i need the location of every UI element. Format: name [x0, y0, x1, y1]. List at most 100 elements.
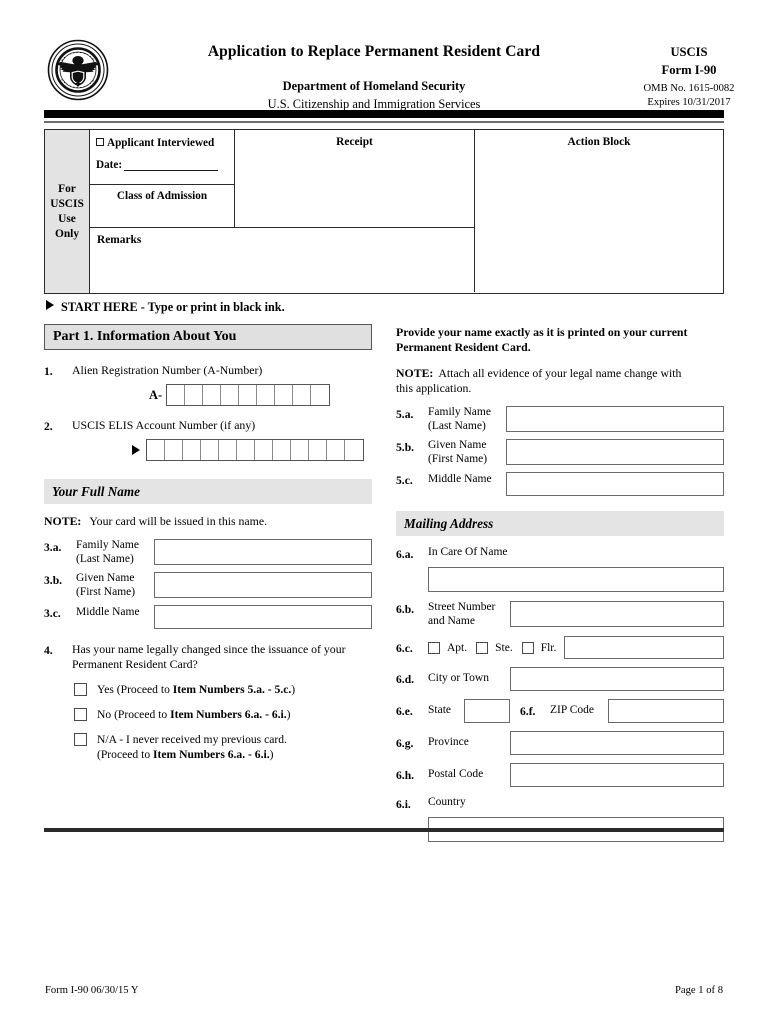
elis-cell[interactable] [255, 440, 273, 460]
province-input[interactable] [510, 731, 724, 755]
item-4-question-line1: Has your name legally changed since the … [72, 642, 346, 656]
checkbox-ste[interactable] [476, 641, 489, 654]
a-number-cell[interactable] [221, 385, 240, 405]
postal-code-input[interactable] [510, 763, 724, 787]
applicant-interviewed-cell: Applicant Interviewed Date: [90, 130, 235, 185]
opt-yes-suffix: ) [291, 683, 296, 696]
a-number-cell[interactable] [311, 385, 329, 405]
elis-cell[interactable] [237, 440, 255, 460]
item-1-label: Alien Registration Number (A-Number) [72, 363, 263, 377]
a-number-input[interactable] [166, 384, 331, 406]
elis-account-input[interactable] [146, 439, 364, 461]
opt-yes-bold: Item Numbers 5.a. - 5.c. [172, 683, 292, 696]
given-name-input[interactable] [154, 572, 372, 598]
label-apt: Apt. [447, 641, 468, 654]
header-titles: Application to Replace Permanent Residen… [154, 36, 594, 112]
opt-na-line2-suffix: ) [269, 747, 274, 761]
uscis-label: USCIS [670, 45, 708, 59]
action-block-cell[interactable]: Action Block [475, 130, 723, 292]
item-6d-label: City or Town [428, 672, 489, 685]
class-of-admission-cell[interactable]: Class of Admission [90, 185, 235, 228]
item-4-option-na[interactable]: N/A - I never received my previous card.… [44, 733, 372, 762]
checkbox-no[interactable] [74, 708, 87, 721]
full-name-note-text: Your card will be issued in this name. [89, 514, 268, 528]
elis-cell[interactable] [201, 440, 219, 460]
apt-ste-flr-number-input[interactable] [564, 636, 724, 659]
class-of-admission-label: Class of Admission [116, 190, 208, 202]
interview-date-label: Date: [96, 159, 123, 171]
elis-cell[interactable] [291, 440, 309, 460]
item-3c-label: Middle Name [76, 605, 154, 620]
zip-code-input[interactable] [608, 699, 724, 723]
footer-form-info: Form I-90 06/30/15 Y [45, 985, 139, 996]
item-5c-row: 5.c. Middle Name [396, 472, 724, 496]
form-page: Application to Replace Permanent Residen… [0, 0, 768, 1024]
item-3b-number: 3.b. [44, 574, 63, 587]
item-5a-number: 5.a. [396, 408, 414, 421]
current-given-name-input[interactable] [506, 439, 724, 465]
opt-no-bold: Item Numbers 6.a. - 6.i. [170, 708, 287, 721]
a-number-cell[interactable] [275, 385, 294, 405]
current-family-name-input[interactable] [506, 406, 724, 432]
family-name-input[interactable] [154, 539, 372, 565]
applicant-interviewed-checkbox[interactable] [96, 138, 104, 146]
item-3b-row: 3.b. Given Name (First Name) [44, 572, 372, 599]
a-number-cell[interactable] [185, 385, 204, 405]
checkbox-flr[interactable] [521, 641, 534, 654]
item-4-option-na-label: N/A - I never received my previous card.… [97, 733, 287, 762]
omb-number: OMB No. 1615-0082 [643, 83, 735, 94]
elis-cell[interactable] [147, 440, 165, 460]
item-6a-label: In Care Of Name [428, 546, 508, 558]
a-number-cell[interactable] [293, 385, 312, 405]
city-or-town-input[interactable] [510, 667, 724, 691]
middle-name-input[interactable] [154, 605, 372, 629]
item-6g-row: 6.g. Province [396, 731, 724, 755]
right-column: Provide your name exactly as it is print… [396, 324, 724, 842]
elis-number-row [44, 439, 372, 461]
elis-cell[interactable] [345, 440, 363, 460]
elis-cell[interactable] [309, 440, 327, 460]
a-number-cell[interactable] [257, 385, 276, 405]
a-number-cell[interactable] [203, 385, 222, 405]
current-middle-name-input[interactable] [506, 472, 724, 496]
item-4-question: Has your name legally changed since the … [72, 642, 346, 672]
header-divider-thick [44, 110, 724, 118]
checkbox-na[interactable] [74, 733, 87, 746]
state-input[interactable] [464, 699, 510, 723]
item-6c-row: 6.c. Apt. Ste. Flr. [396, 636, 724, 659]
item-4-option-yes[interactable]: Yes (Proceed to Item Numbers 5.a. - 5.c.… [44, 683, 372, 697]
item-3c-label-line1: Middle Name [76, 606, 140, 618]
item-4-question-line2: Permanent Resident Card? [72, 657, 198, 671]
checkbox-apt[interactable] [428, 641, 440, 654]
item-6c-number: 6.c. [396, 641, 413, 655]
full-name-note-label: NOTE: [44, 514, 82, 528]
triangle-right-icon [132, 445, 140, 455]
in-care-of-name-input[interactable] [428, 567, 724, 592]
item-6h-row: 6.h. Postal Code [396, 763, 724, 787]
receipt-cell[interactable]: Receipt [235, 130, 475, 228]
elis-cell[interactable] [327, 440, 345, 460]
remarks-cell[interactable]: Remarks [90, 228, 475, 292]
item-3a-label-line2: (Last Name) [76, 552, 134, 565]
elis-cell[interactable] [165, 440, 183, 460]
street-number-and-name-input[interactable] [510, 601, 724, 627]
item-3a-label-line1: Family Name [76, 539, 139, 551]
elis-cell[interactable] [273, 440, 291, 460]
form-number: Form I-90 [661, 63, 717, 77]
a-number-row: A- [44, 384, 372, 406]
a-number-cell[interactable] [167, 385, 186, 405]
label-ste: Ste. [495, 641, 513, 654]
opt-no-prefix: No (Proceed to [97, 708, 171, 721]
item-3c-row: 3.c. Middle Name [44, 605, 372, 629]
item-6i-row: 6.i. Country [396, 796, 724, 812]
a-number-cell[interactable] [239, 385, 258, 405]
item-4-option-no[interactable]: No (Proceed to Item Numbers 6.a. - 6.i.) [44, 708, 372, 722]
item-5a-label-line2: (Last Name) [428, 419, 486, 432]
interview-date-input[interactable] [124, 159, 219, 171]
label-line-uscis: USCIS [50, 197, 84, 210]
checkbox-yes[interactable] [74, 683, 87, 696]
elis-cell[interactable] [219, 440, 237, 460]
item-4-option-yes-label: Yes (Proceed to Item Numbers 5.a. - 5.c.… [97, 683, 295, 697]
elis-cell[interactable] [183, 440, 201, 460]
item-4-row: 4. Has your name legally changed since t… [44, 642, 372, 672]
